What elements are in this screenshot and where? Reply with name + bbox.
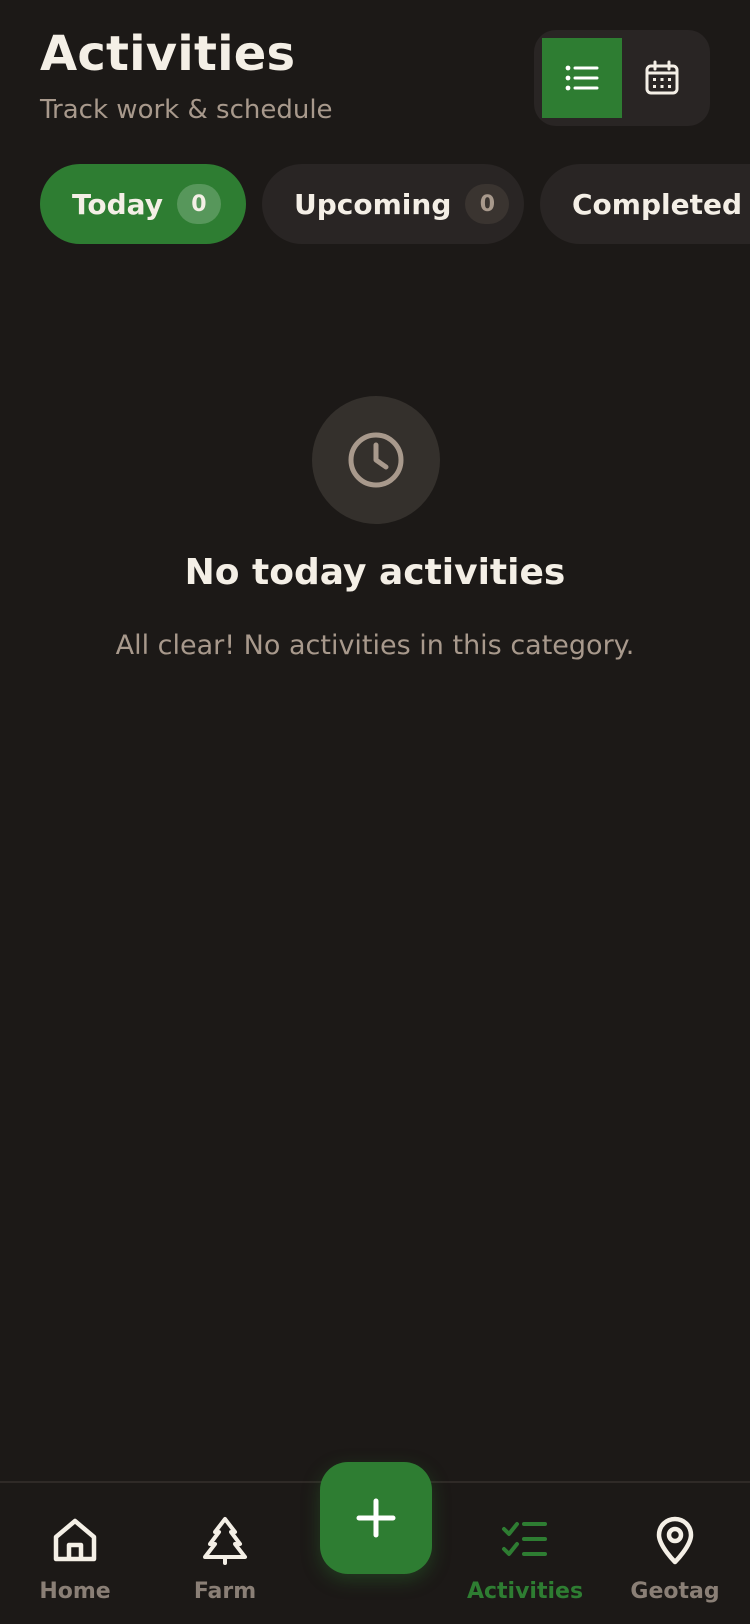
tab-completed[interactable]: Completed 0 bbox=[540, 164, 750, 244]
checklist-icon bbox=[502, 1522, 547, 1556]
list-view-button[interactable] bbox=[542, 38, 622, 118]
nav-item-geotag[interactable]: Geotag bbox=[610, 1483, 740, 1624]
tab-upcoming[interactable]: Upcoming 0 bbox=[262, 164, 524, 244]
nav-item-home[interactable]: Home bbox=[10, 1483, 140, 1624]
nav-label: Geotag bbox=[630, 1579, 720, 1604]
plus-icon bbox=[356, 1498, 396, 1538]
tab-label: Completed bbox=[572, 187, 743, 221]
calendar-view-button[interactable] bbox=[622, 38, 702, 118]
tab-count-badge: 0 bbox=[465, 184, 510, 224]
activities-screen: Activities Track work & schedule Today 0… bbox=[0, 0, 750, 1624]
add-activity-button[interactable] bbox=[320, 1462, 432, 1574]
nav-label: Farm bbox=[193, 1579, 257, 1604]
tab-label: Upcoming bbox=[294, 187, 452, 221]
calendar-icon bbox=[645, 60, 679, 95]
home-icon bbox=[53, 1518, 97, 1562]
nav-label: Activities bbox=[466, 1579, 584, 1604]
tree-icon bbox=[203, 1517, 247, 1565]
empty-state-title: No today activities bbox=[184, 552, 566, 593]
activity-tabs: Today 0 Upcoming 0 Completed 0 bbox=[40, 164, 750, 244]
map-pin-icon bbox=[656, 1516, 694, 1565]
nav-item-farm[interactable]: Farm bbox=[160, 1483, 290, 1624]
tab-count-badge: 0 bbox=[176, 184, 221, 224]
nav-item-activities[interactable]: Activities bbox=[460, 1483, 590, 1624]
view-toggle bbox=[534, 30, 710, 126]
empty-state-icon-circle bbox=[312, 396, 440, 524]
clock-icon bbox=[348, 432, 404, 488]
tab-label: Today bbox=[72, 187, 163, 221]
page-subtitle: Track work & schedule bbox=[40, 95, 333, 125]
page-title: Activities bbox=[40, 26, 296, 82]
nav-label: Home bbox=[39, 1579, 111, 1604]
list-icon bbox=[565, 65, 599, 91]
empty-state-message: All clear! No activities in this categor… bbox=[115, 630, 635, 661]
tab-today[interactable]: Today 0 bbox=[40, 164, 246, 244]
